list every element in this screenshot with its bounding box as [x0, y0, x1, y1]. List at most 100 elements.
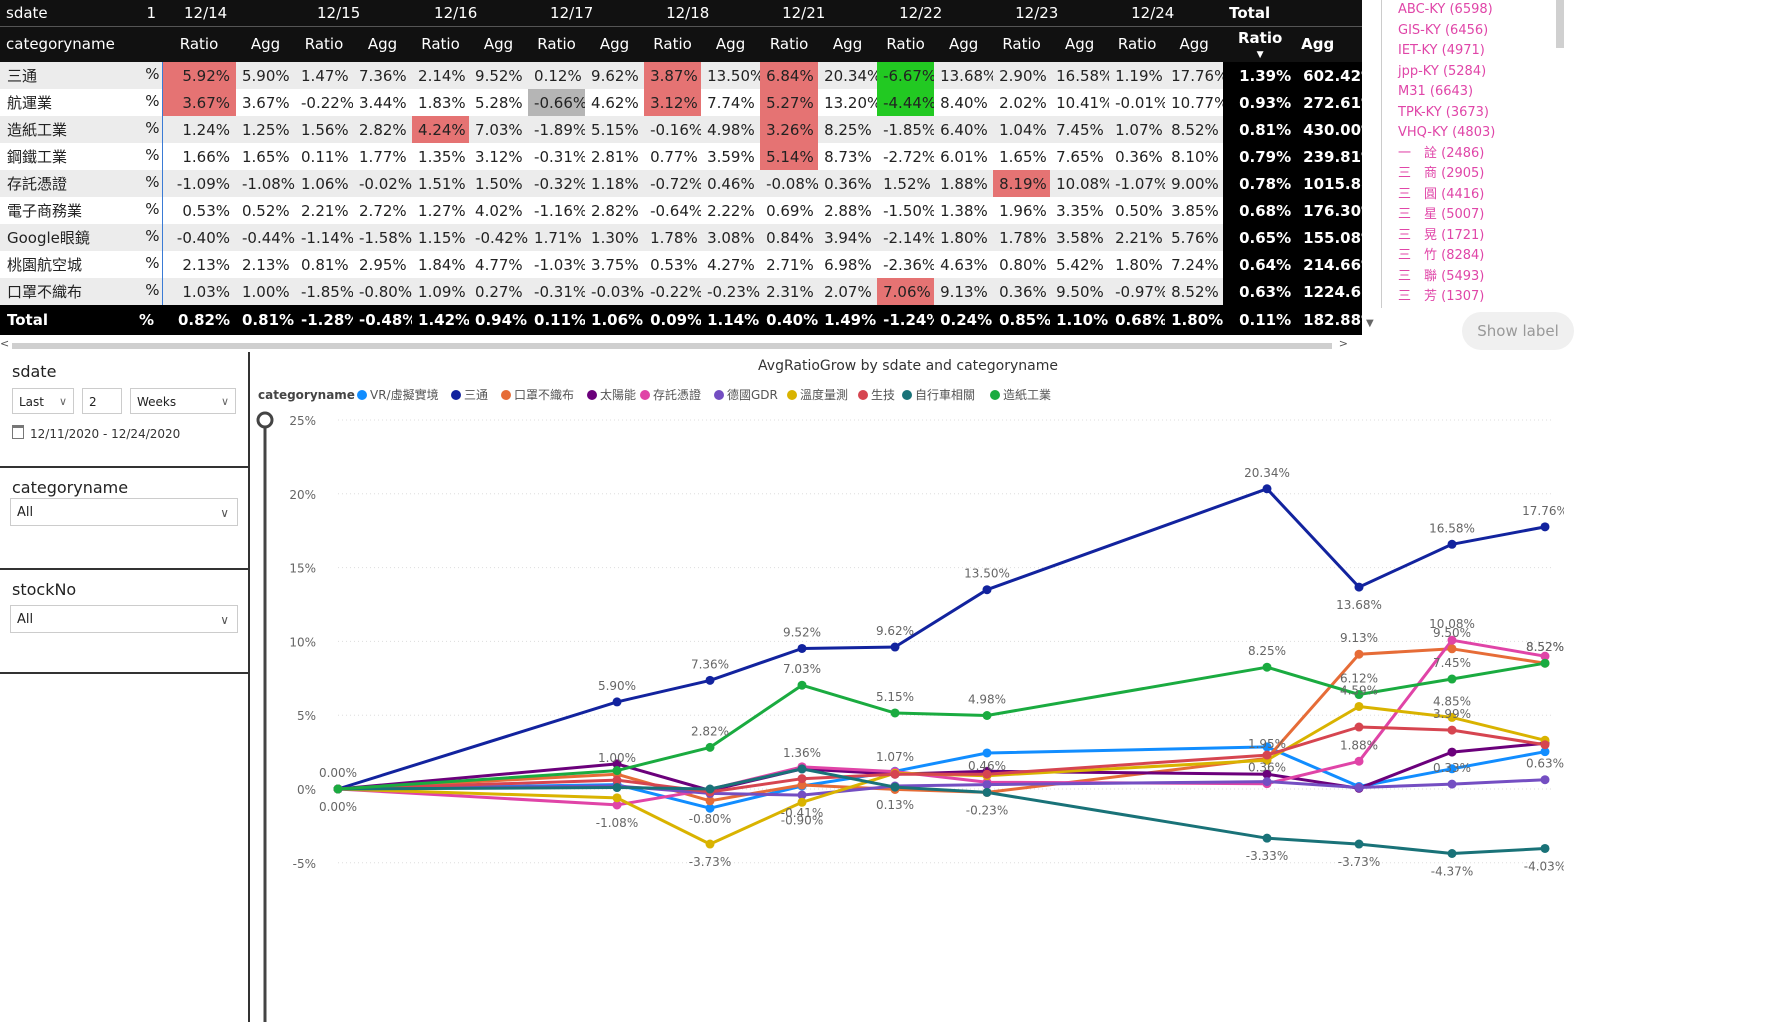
row-name-cell[interactable]: 鋼鐵工業% [0, 143, 163, 170]
date-header[interactable]: 12/24 [1109, 0, 1224, 26]
data-point[interactable] [1447, 779, 1457, 789]
data-point[interactable] [1354, 839, 1364, 849]
stock-list-item[interactable]: 一 詮 (2486) [1382, 144, 1562, 165]
data-point[interactable] [797, 774, 807, 784]
data-point[interactable] [705, 742, 715, 752]
date-header[interactable]: 12/18 [644, 0, 761, 26]
data-point[interactable] [705, 839, 715, 849]
legend-item[interactable]: 生技 [871, 388, 895, 402]
matrix-visual[interactable]: sdate 1 12/14 12/15 12/16 12/17 12/18 12/21 12/2… [0, 0, 1362, 338]
vertical-scrollbar-thumb[interactable] [1556, 0, 1564, 48]
row-name-cell[interactable]: 口罩不織布% [0, 278, 163, 305]
stock-list-item[interactable]: 三 芳 (1307) [1382, 287, 1562, 308]
table-row[interactable]: 桃園航空城% 2.13% 2.13% 0.81% 2.95% 1.84% 4.77% -1.0… [0, 251, 1362, 278]
date-header[interactable]: 12/15 [295, 0, 413, 26]
data-point[interactable] [1262, 750, 1272, 760]
data-point[interactable] [1262, 833, 1272, 843]
data-point[interactable] [612, 783, 622, 793]
row-name-cell[interactable]: 電子商務業% [0, 197, 163, 224]
legend-item[interactable]: 自行車相關 [915, 388, 975, 402]
data-point[interactable] [1447, 539, 1457, 549]
horizontal-scrollbar[interactable]: < > [0, 337, 1362, 352]
stock-list-item[interactable]: M31 (6643) [1382, 82, 1562, 103]
data-point[interactable] [1447, 725, 1457, 735]
data-point[interactable] [1354, 701, 1364, 711]
data-point[interactable] [982, 748, 992, 758]
table-row[interactable]: 航運業% 3.67% 3.67% -0.22% 3.44% 1.83% 5.28% -0.66… [0, 89, 1362, 116]
date-header[interactable]: 12/22 [877, 0, 994, 26]
data-point[interactable] [1447, 674, 1457, 684]
data-point[interactable] [705, 784, 715, 794]
table-row[interactable]: Google眼鏡% -0.40% -0.44% -1.14% -1.58% 1.15% -0… [0, 224, 1362, 251]
stock-list-item[interactable]: TPK-KY (3673) [1382, 103, 1562, 124]
scroll-right-icon[interactable]: > [1339, 337, 1348, 350]
stockno-dropdown[interactable]: All ∨ [10, 605, 238, 633]
legend-item[interactable]: 存託憑證 [653, 387, 701, 402]
row-name-cell[interactable]: Google眼鏡% [0, 224, 163, 251]
relative-mode-dropdown[interactable]: Last ∨ [12, 388, 74, 414]
data-point[interactable] [797, 680, 807, 690]
data-point[interactable] [1262, 662, 1272, 672]
stock-list-item[interactable]: IET-KY (4971) [1382, 41, 1562, 62]
legend-item[interactable]: 德國GDR [727, 387, 778, 402]
table-row[interactable]: 造紙工業% 1.24% 1.25% 1.56% 2.82% 4.24% 7.03% -1.89… [0, 116, 1362, 143]
categoryname-dropdown[interactable]: All ∨ [10, 498, 238, 526]
stock-list-item[interactable]: 三 竹 (8284) [1382, 246, 1562, 267]
data-point[interactable] [890, 642, 900, 652]
legend-item[interactable]: 太陽能 [600, 387, 636, 402]
data-point[interactable] [612, 697, 622, 707]
data-point[interactable] [1540, 775, 1550, 785]
stock-list-visual[interactable]: ABC-KY (6598) GIS-KY (6456) IET-KY (4971) j… [1381, 0, 1562, 308]
data-point[interactable] [333, 784, 343, 794]
scroll-left-icon[interactable]: < [0, 337, 9, 350]
stock-list-item[interactable]: 三 圓 (4416) [1382, 185, 1562, 206]
line-chart-visual[interactable]: AvgRatioGrow by sdate and categoryname ca… [252, 352, 1568, 1022]
relative-unit-dropdown[interactable]: Weeks ∨ [130, 388, 236, 414]
data-point[interactable] [612, 793, 622, 803]
show-label-button[interactable]: Show label [1462, 312, 1574, 350]
data-point[interactable] [982, 780, 992, 790]
stock-list-item[interactable]: 三 晃 (1721) [1382, 226, 1562, 247]
data-point[interactable] [1354, 582, 1364, 592]
legend-item[interactable]: 溫度量測 [800, 387, 848, 402]
stock-list-item[interactable]: 三 星 (5007) [1382, 205, 1562, 226]
data-point[interactable] [1262, 777, 1272, 787]
table-row[interactable]: 三通% 5.92% 5.90% 1.47% 7.36% 2.14% 9.52% 0.12% 9.… [0, 62, 1362, 89]
row-name-cell[interactable]: 三通% [0, 62, 163, 89]
sort-desc-icon[interactable]: ▼ [1257, 50, 1264, 60]
data-point[interactable] [982, 710, 992, 720]
data-point[interactable] [1540, 658, 1550, 668]
total-header[interactable]: Total [1223, 0, 1362, 26]
data-point[interactable] [982, 787, 992, 797]
data-point[interactable] [1262, 484, 1272, 494]
relative-count-input[interactable]: 2 [82, 388, 122, 414]
legend-item[interactable]: VR/虛擬實境 [370, 387, 439, 402]
stock-list-item[interactable]: ABC-KY (6598) [1382, 0, 1562, 21]
stock-list-item[interactable]: 三 商 (2905) [1382, 164, 1562, 185]
scroll-down-icon[interactable]: ▼ [1366, 318, 1374, 329]
data-point[interactable] [1354, 756, 1364, 766]
row-name-cell[interactable]: 造紙工業% [0, 116, 163, 143]
stock-list-item[interactable]: jpp-KY (5284) [1382, 62, 1562, 83]
date-header[interactable]: 12/16 [412, 0, 529, 26]
legend-item[interactable]: 口罩不織布 [514, 388, 574, 402]
legend-item[interactable]: 三通 [464, 388, 488, 402]
data-point[interactable] [1354, 722, 1364, 732]
data-point[interactable] [612, 766, 622, 776]
row-name-cell[interactable]: 航運業% [0, 89, 163, 116]
date-header[interactable]: 12/21 [760, 0, 878, 26]
data-point[interactable] [797, 764, 807, 774]
data-point[interactable] [1447, 849, 1457, 859]
data-point[interactable] [1540, 740, 1550, 750]
corner-header[interactable]: sdate 1 [0, 0, 162, 26]
series-line[interactable] [337, 725, 1546, 794]
data-point[interactable] [797, 643, 807, 653]
date-header[interactable]: 12/23 [993, 0, 1110, 26]
data-point[interactable] [1354, 783, 1364, 793]
data-point[interactable] [1540, 522, 1550, 532]
data-point[interactable] [890, 782, 900, 792]
data-point[interactable] [890, 708, 900, 718]
stock-list-item[interactable]: GIS-KY (6456) [1382, 21, 1562, 42]
data-point[interactable] [890, 769, 900, 779]
play-axis-handle[interactable] [256, 411, 274, 429]
